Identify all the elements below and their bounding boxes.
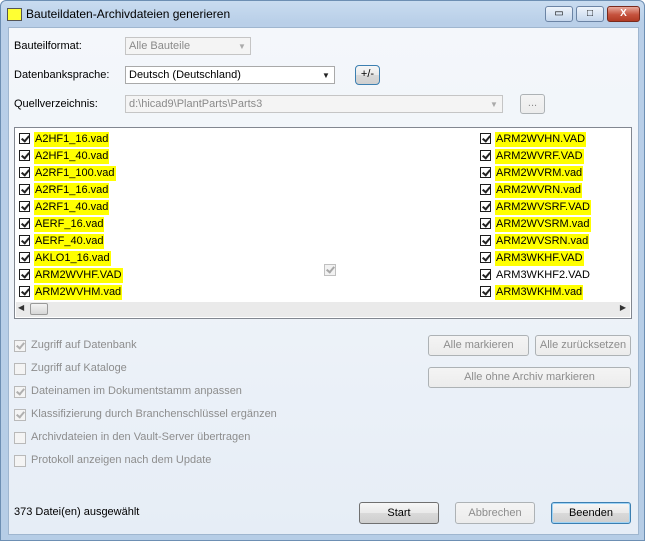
option-label: Zugriff auf Datenbank xyxy=(31,339,137,351)
file-name: ARM2WVRN.vad xyxy=(495,183,582,198)
file-checkbox[interactable] xyxy=(480,218,491,229)
file-name: A2RF1_16.vad xyxy=(34,183,110,198)
file-name: ARM2WVSRM.vad xyxy=(495,217,591,232)
option-checkbox[interactable] xyxy=(14,340,26,352)
browse-label: ... xyxy=(527,97,538,109)
alle-ohne-archiv-button[interactable]: Alle ohne Archiv markieren xyxy=(428,367,631,388)
chevron-down-icon: ▼ xyxy=(490,99,498,109)
file-name: A2RF1_40.vad xyxy=(34,200,110,215)
maximize-icon: □ xyxy=(586,8,594,19)
minimize-button[interactable]: ▭ xyxy=(545,6,573,22)
datenbanksprache-label: Datenbanksprache: xyxy=(14,69,110,81)
file-checkbox[interactable] xyxy=(19,133,30,144)
file-checkbox[interactable] xyxy=(19,201,30,212)
file-checkbox[interactable] xyxy=(480,252,491,263)
file-name: ARM2WVSRN.vad xyxy=(495,234,590,249)
file-checkbox[interactable] xyxy=(19,150,30,161)
file-name: AERF_16.vad xyxy=(34,217,105,232)
file-name: ARM3WKHM.vad xyxy=(495,285,584,300)
scroll-right-icon[interactable]: ▶ xyxy=(620,303,626,312)
indeterminate-checkbox[interactable] xyxy=(324,264,336,276)
option-label: Dateinamen im Dokumentstamm anpassen xyxy=(31,385,242,397)
close-button[interactable]: X xyxy=(607,6,640,22)
scroll-left-icon[interactable]: ◀ xyxy=(18,303,24,312)
plus-minus-button[interactable]: +/- xyxy=(355,65,380,85)
option-label: Archivdateien in den Vault-Server übertr… xyxy=(31,431,251,443)
file-name: A2HF1_40.vad xyxy=(34,149,110,164)
file-checkbox[interactable] xyxy=(480,269,491,280)
close-icon: X xyxy=(620,8,627,19)
bauteilformat-value: Alle Bauteile xyxy=(129,40,191,52)
file-checkbox[interactable] xyxy=(19,286,30,297)
start-button[interactable]: Start xyxy=(359,502,439,524)
scrollbar-thumb[interactable] xyxy=(30,303,48,315)
file-checkbox[interactable] xyxy=(19,269,30,280)
quellverzeichnis-value: d:\hicad9\PlantParts\Parts3 xyxy=(129,98,263,110)
file-name: ARM3WKHF2.VAD xyxy=(496,269,590,281)
file-name: ARM2WVHM.vad xyxy=(34,285,123,300)
option-label: Protokoll anzeigen nach dem Update xyxy=(31,454,212,466)
file-name: AERF_40.vad xyxy=(34,234,105,249)
maximize-button[interactable]: □ xyxy=(576,6,604,22)
alle-markieren-label: Alle markieren xyxy=(443,339,514,351)
file-checkbox[interactable] xyxy=(19,235,30,246)
file-name: A2HF1_16.vad xyxy=(34,132,110,147)
bauteilformat-label: Bauteilformat: xyxy=(14,40,82,52)
file-name: ARM2WVHN.VAD xyxy=(495,132,587,147)
file-name: ARM3WKHF.VAD xyxy=(495,251,584,266)
file-name: ARM2WVSRF.VAD xyxy=(495,200,591,215)
file-checkbox[interactable] xyxy=(19,218,30,229)
datenbanksprache-select[interactable]: Deutsch (Deutschland) ▼ xyxy=(125,66,335,84)
datenbanksprache-value: Deutsch (Deutschland) xyxy=(129,69,241,81)
alle-zuruecksetzen-label: Alle zurücksetzen xyxy=(539,339,627,351)
option-label: Klassifizierung durch Branchenschlüssel … xyxy=(31,408,277,420)
selection-status: 373 Datei(en) ausgewählt xyxy=(14,506,140,518)
abbrechen-button[interactable]: Abbrechen xyxy=(455,502,535,524)
file-checkbox[interactable] xyxy=(480,133,491,144)
file-name: ARM2WVHF.VAD xyxy=(34,268,123,283)
beenden-button[interactable]: Beenden xyxy=(551,502,631,524)
alle-markieren-button[interactable]: Alle markieren xyxy=(428,335,529,356)
dialog-body: Bauteilformat: Alle Bauteile ▼ Datenbank… xyxy=(8,27,639,535)
file-checkbox[interactable] xyxy=(480,235,491,246)
app-icon xyxy=(7,8,22,21)
file-checkbox[interactable] xyxy=(480,150,491,161)
option-checkbox[interactable] xyxy=(14,432,26,444)
horizontal-scrollbar[interactable]: ◀ ▶ xyxy=(16,302,630,317)
file-checkbox[interactable] xyxy=(480,201,491,212)
option-checkbox[interactable] xyxy=(14,386,26,398)
file-list[interactable]: A2HF1_16.vad A2HF1_40.vad A2RF1_100.vad A2R… xyxy=(14,127,632,319)
alle-zuruecksetzen-button[interactable]: Alle zurücksetzen xyxy=(535,335,631,356)
browse-button[interactable]: ... xyxy=(520,94,545,114)
window-title: Bauteildaten-Archivdateien generieren xyxy=(26,7,231,21)
bauteilformat-select[interactable]: Alle Bauteile ▼ xyxy=(125,37,251,55)
minimize-icon: ▭ xyxy=(554,8,564,19)
dialog-window: Bauteildaten-Archivdateien generieren ▭ … xyxy=(0,0,645,541)
file-checkbox[interactable] xyxy=(19,252,30,263)
file-checkbox[interactable] xyxy=(19,167,30,178)
file-name: AKLO1_16.vad xyxy=(34,251,111,266)
file-checkbox[interactable] xyxy=(19,184,30,195)
alle-ohne-archiv-label: Alle ohne Archiv markieren xyxy=(464,371,595,383)
abbrechen-label: Abbrechen xyxy=(468,507,522,519)
file-checkbox[interactable] xyxy=(480,286,491,297)
title-bar: Bauteildaten-Archivdateien generieren ▭ … xyxy=(1,1,644,27)
option-checkbox[interactable] xyxy=(14,455,26,467)
start-label: Start xyxy=(387,507,411,519)
option-label: Zugriff auf Kataloge xyxy=(31,362,127,374)
file-name: A2RF1_100.vad xyxy=(34,166,116,181)
file-name: ARM2WVRF.VAD xyxy=(495,149,584,164)
option-checkbox[interactable] xyxy=(14,409,26,421)
plus-minus-label: +/- xyxy=(360,68,375,80)
beenden-label: Beenden xyxy=(568,507,614,519)
chevron-down-icon: ▼ xyxy=(322,70,330,80)
quellverzeichnis-select[interactable]: d:\hicad9\PlantParts\Parts3 ▼ xyxy=(125,95,503,113)
file-name: ARM2WVRM.vad xyxy=(495,166,584,181)
file-checkbox[interactable] xyxy=(480,167,491,178)
quellverzeichnis-label: Quellverzeichnis: xyxy=(14,98,98,110)
chevron-down-icon: ▼ xyxy=(238,41,246,51)
option-checkbox[interactable] xyxy=(14,363,26,375)
file-checkbox[interactable] xyxy=(480,184,491,195)
